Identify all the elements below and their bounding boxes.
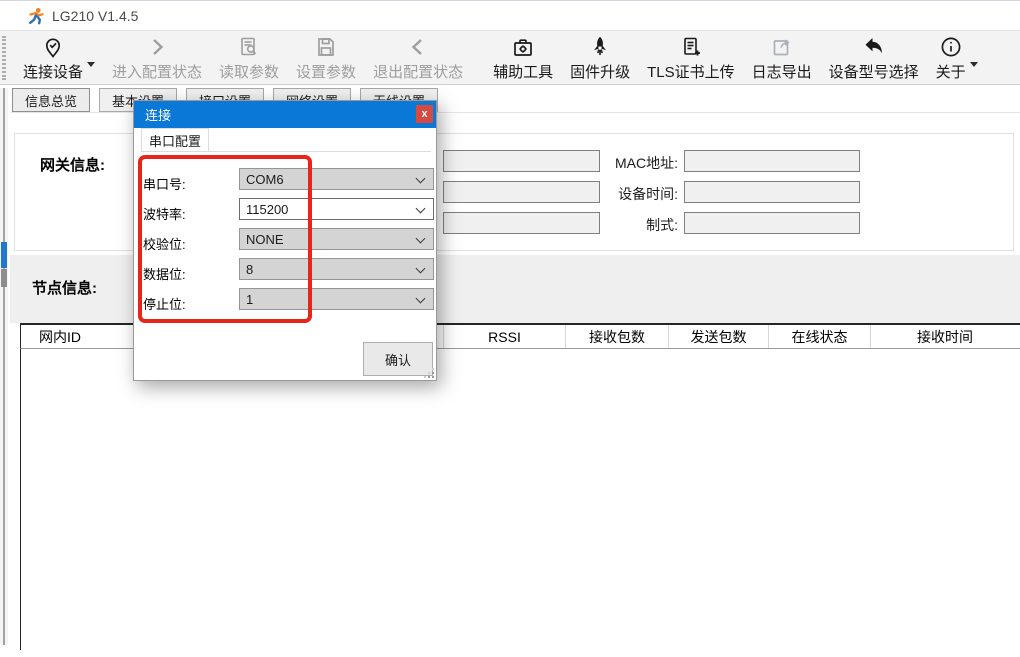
save-icon — [314, 34, 338, 60]
chevron-down-icon — [416, 234, 426, 244]
toolbar-label: 退出配置状态 — [373, 61, 463, 82]
column-header-rssi[interactable]: RSSI — [444, 325, 566, 348]
chevron-down-icon — [416, 204, 426, 214]
toolbar-button-enter-config[interactable]: 进入配置状态 — [112, 34, 202, 82]
column-header-rx-packets[interactable]: 接收包数 — [566, 325, 669, 348]
about-dropdown-caret[interactable] — [970, 62, 978, 67]
toolbar-button-tls-cert-upload[interactable]: TLS证书上传 — [647, 34, 735, 82]
standard-label: 制式: — [588, 215, 678, 235]
close-icon[interactable]: x — [416, 105, 433, 123]
toolbar-label: 读取参数 — [219, 61, 279, 82]
parity-label: 校验位: — [143, 234, 213, 253]
device-time-field[interactable] — [684, 181, 860, 203]
connect-dialog: 连接 x 串口配置 串口号: COM6 波特率: 115200 校验位: NON… — [133, 100, 437, 381]
export-icon — [770, 34, 794, 60]
toolbar-button-read-params[interactable]: 读取参数 — [219, 34, 279, 82]
com-port-label: 串口号: — [143, 174, 213, 193]
left-edge-blue-fragment — [1, 242, 7, 268]
baud-rate-select[interactable]: 115200 — [239, 198, 434, 220]
rocket-icon — [588, 34, 612, 60]
toolbar-button-exit-config[interactable]: 退出配置状态 — [373, 34, 463, 82]
toolbar-label: 进入配置状态 — [112, 61, 202, 82]
gateway-field-1[interactable] — [443, 150, 600, 172]
left-window-edge — [0, 88, 8, 645]
toolbar-label: 设置参数 — [296, 61, 356, 82]
toolbar-button-device-model-select[interactable]: 设备型号选择 — [829, 34, 919, 82]
title-bar: LG210 V1.4.5 — [0, 0, 1020, 30]
certificate-upload-icon — [679, 34, 703, 60]
chevron-down-icon — [416, 264, 426, 274]
column-header-online-status[interactable]: 在线状态 — [769, 325, 871, 348]
chevron-down-icon — [416, 294, 426, 304]
node-table-body[interactable] — [20, 349, 1020, 650]
toolbar-label: 固件升级 — [570, 61, 630, 82]
data-bits-label: 数据位: — [143, 264, 213, 283]
node-info-label: 节点信息: — [32, 277, 97, 298]
standard-field[interactable] — [684, 212, 860, 234]
device-time-label: 设备时间: — [588, 184, 678, 204]
gateway-field-3[interactable] — [443, 212, 600, 234]
parity-value: NONE — [246, 232, 284, 247]
pin-check-icon — [41, 34, 65, 60]
data-bits-select[interactable]: 8 — [239, 258, 434, 280]
gateway-info-label: 网关信息: — [40, 154, 105, 175]
toolbar-label: 辅助工具 — [493, 61, 553, 82]
com-port-select[interactable]: COM6 — [239, 168, 434, 190]
mac-address-field[interactable] — [684, 150, 860, 172]
toolbar-grip[interactable] — [2, 36, 6, 80]
main-toolbar: 连接设备 进入配置状态 读取参数 — [0, 30, 1020, 85]
toolbar-button-firmware-upgrade[interactable]: 固件升级 — [570, 34, 630, 82]
toolbar-label: 设备型号选择 — [829, 61, 919, 82]
baud-rate-value: 115200 — [246, 202, 288, 217]
toolbox-icon — [511, 34, 535, 60]
chevron-right-icon — [145, 34, 169, 60]
data-bits-value: 8 — [246, 262, 253, 277]
dialog-tabline — [141, 151, 431, 152]
toolbar-label: 日志导出 — [752, 61, 812, 82]
toolbar-button-about[interactable]: 关于 — [936, 34, 966, 82]
chevron-down-icon — [416, 174, 426, 184]
toolbar-button-aux-tools[interactable]: 辅助工具 — [493, 34, 553, 82]
stop-bits-label: 停止位: — [143, 294, 213, 313]
tab-serial-config[interactable]: 串口配置 — [141, 128, 209, 152]
baud-rate-label: 波特率: — [143, 204, 213, 223]
window-title: LG210 V1.4.5 — [52, 8, 138, 24]
toolbar-label: 连接设备 — [23, 61, 83, 82]
dialog-resize-grip[interactable] — [432, 376, 434, 378]
toolbar-label: 关于 — [936, 61, 966, 82]
toolbar-button-connect-device[interactable]: 连接设备 — [23, 34, 83, 82]
toolbar-label: TLS证书上传 — [647, 61, 735, 82]
tab-info-overview[interactable]: 信息总览 — [12, 88, 90, 112]
gateway-field-2[interactable] — [443, 181, 600, 203]
mac-address-label: MAC地址: — [588, 153, 678, 173]
left-edge-gray-fragment — [1, 269, 7, 287]
info-icon — [939, 34, 963, 60]
app-logo-icon — [27, 7, 45, 25]
stop-bits-value: 1 — [246, 292, 253, 307]
toolbar-button-set-params[interactable]: 设置参数 — [296, 34, 356, 82]
confirm-button[interactable]: 确认 — [363, 342, 433, 376]
stop-bits-select[interactable]: 1 — [239, 288, 434, 310]
read-params-icon — [237, 34, 261, 60]
column-header-rx-time[interactable]: 接收时间 — [871, 325, 1019, 348]
column-header-tx-packets[interactable]: 发送包数 — [669, 325, 769, 348]
parity-select[interactable]: NONE — [239, 228, 434, 250]
left-edge-line — [3, 88, 5, 645]
undo-arrow-icon — [862, 34, 886, 60]
toolbar-button-log-export[interactable]: 日志导出 — [752, 34, 812, 82]
connect-device-dropdown-caret[interactable] — [87, 62, 95, 67]
chevron-left-icon — [406, 34, 430, 60]
com-port-value: COM6 — [246, 172, 284, 187]
connect-dialog-title: 连接 — [145, 105, 171, 124]
connect-dialog-titlebar[interactable]: 连接 x — [134, 101, 436, 128]
